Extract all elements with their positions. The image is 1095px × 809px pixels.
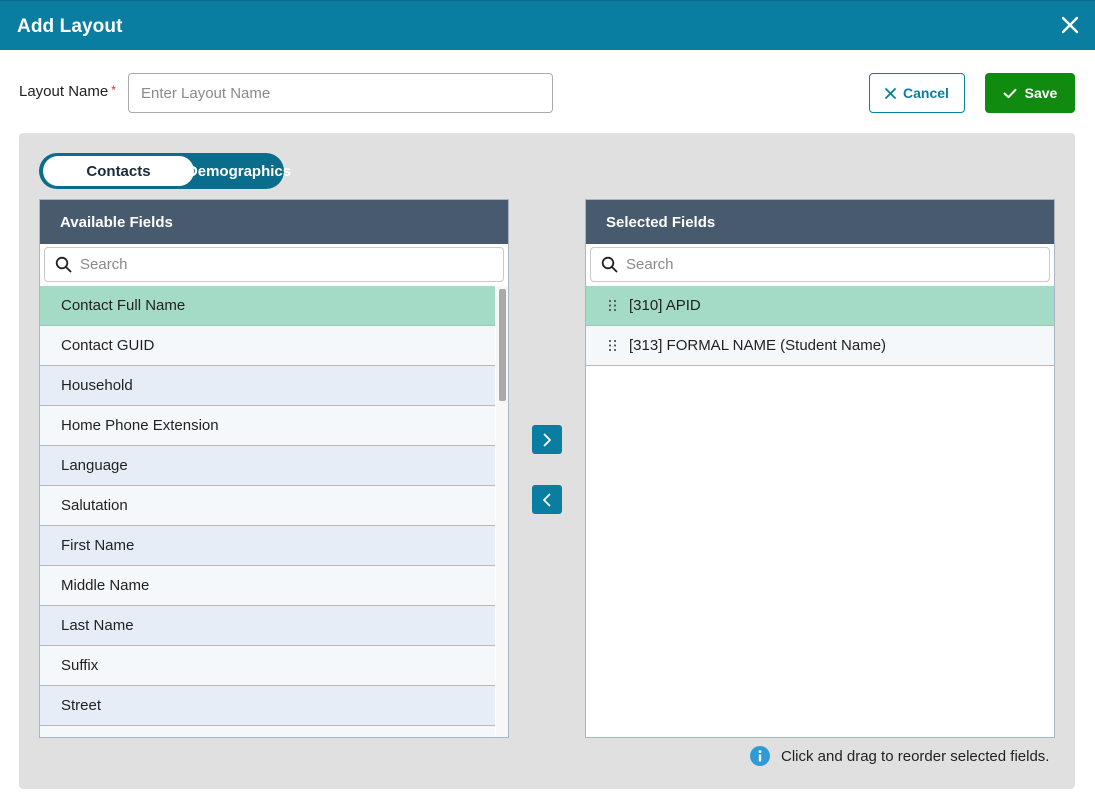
list-item-label: Language	[61, 457, 128, 474]
add-field-button[interactable]	[532, 425, 562, 454]
close-icon	[885, 87, 896, 99]
list-item[interactable]: Household	[40, 366, 495, 406]
layout-name-input[interactable]	[128, 73, 553, 113]
scrollbar-thumb[interactable]	[499, 289, 506, 401]
info-icon	[750, 746, 770, 766]
available-rows: Contact Full Name Contact GUID Household Ho…	[40, 286, 495, 737]
list-item[interactable]: Salutation	[40, 486, 495, 526]
selected-search-input[interactable]	[626, 256, 1026, 273]
selected-rows: [310] APID [313] FORMAL NAME (Student Nam…	[586, 286, 1054, 366]
search-icon	[55, 256, 72, 273]
tab-demographics[interactable]: Demographics	[187, 156, 291, 186]
close-icon[interactable]	[1057, 12, 1083, 38]
selected-search-box	[590, 247, 1050, 282]
list-item-label: Last Name	[61, 617, 134, 634]
list-item-label: Contact GUID	[61, 337, 155, 354]
list-item[interactable]: Language	[40, 446, 495, 486]
search-icon	[601, 256, 618, 273]
list-item-label: [313] FORMAL NAME (Student Name)	[629, 337, 887, 354]
available-search-box	[44, 247, 504, 282]
list-item[interactable]	[40, 726, 495, 737]
check-icon	[1003, 88, 1017, 98]
tab-contacts[interactable]: Contacts	[43, 156, 194, 186]
required-marker: *	[111, 83, 116, 97]
save-button[interactable]: Save	[985, 73, 1075, 113]
chevron-right-icon	[543, 433, 551, 446]
remove-field-button[interactable]	[532, 485, 562, 514]
list-item[interactable]: [313] FORMAL NAME (Student Name)	[586, 326, 1054, 366]
dialog-title-bar: Add Layout	[0, 0, 1095, 50]
save-button-label: Save	[1024, 85, 1058, 101]
list-item[interactable]: First Name	[40, 526, 495, 566]
available-fields-header: Available Fields	[40, 200, 508, 244]
list-item[interactable]: Middle Name	[40, 566, 495, 606]
selected-fields-header: Selected Fields	[586, 200, 1054, 244]
list-item-label: Street	[61, 697, 102, 714]
list-item-label: Salutation	[61, 497, 128, 514]
list-item[interactable]: Home Phone Extension	[40, 406, 495, 446]
category-toggle: Contacts Demographics	[39, 153, 291, 189]
drag-handle-icon[interactable]	[608, 299, 617, 312]
available-scrollbar[interactable]	[496, 286, 508, 737]
list-item[interactable]: [310] APID	[586, 286, 1054, 326]
drag-handle-icon[interactable]	[608, 339, 617, 352]
reorder-hint-text: Click and drag to reorder selected field…	[781, 747, 1050, 765]
available-search-input[interactable]	[80, 256, 480, 273]
list-item[interactable]: Suffix	[40, 646, 495, 686]
cancel-button[interactable]: Cancel	[869, 73, 965, 113]
chevron-left-icon	[543, 493, 551, 506]
list-item-label: [310] APID	[629, 297, 701, 314]
list-item-label: Home Phone Extension	[61, 417, 219, 434]
layout-name-label-text: Layout Name	[19, 83, 109, 100]
reorder-hint: Click and drag to reorder selected field…	[750, 746, 1049, 766]
cancel-button-label: Cancel	[903, 85, 949, 101]
list-item[interactable]: Last Name	[40, 606, 495, 646]
list-item[interactable]: Street	[40, 686, 495, 726]
list-item-label: Middle Name	[61, 577, 150, 594]
layout-name-label: Layout Name *	[19, 83, 116, 100]
list-item-label: Household	[61, 377, 133, 394]
list-item-label: First Name	[61, 537, 135, 554]
list-item-label: Suffix	[61, 657, 99, 674]
available-fields-list: Available Fields Contact Full NameContac…	[39, 199, 509, 738]
list-item-label: Contact Full Name	[61, 297, 186, 314]
dialog-title: Add Layout	[17, 16, 123, 37]
list-item[interactable]: Contact Full Name	[40, 286, 495, 326]
selected-fields-list: Selected Fields [310] APID [313] FORMAL N…	[585, 199, 1055, 738]
list-item[interactable]: Contact GUID	[40, 326, 495, 366]
